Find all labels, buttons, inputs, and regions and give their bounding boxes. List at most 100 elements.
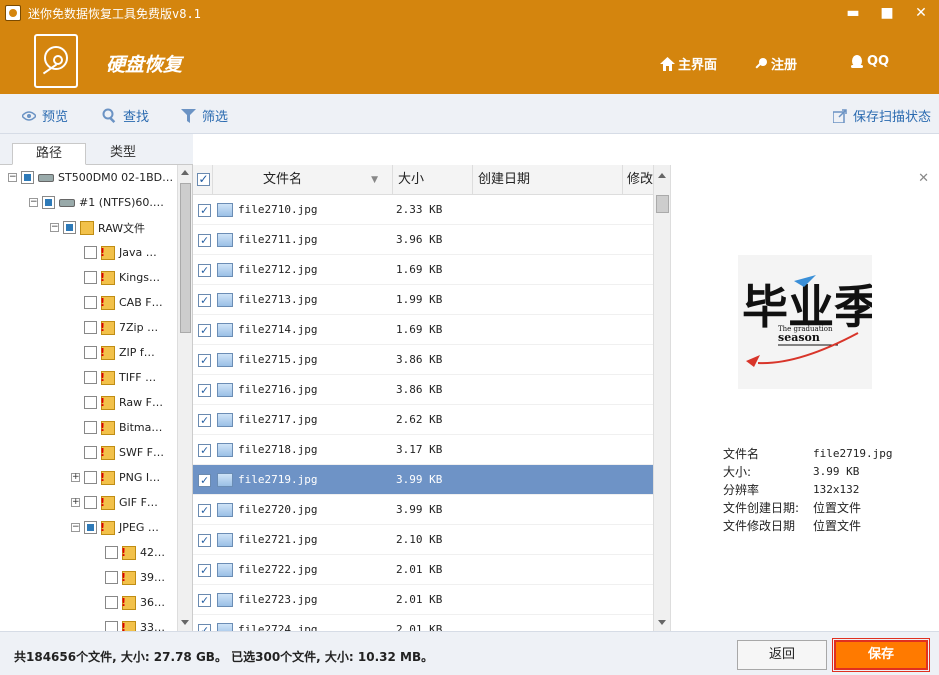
collapse-icon[interactable]: − (29, 198, 38, 207)
tree-checkbox[interactable] (84, 521, 97, 534)
collapse-icon[interactable]: − (8, 173, 17, 182)
tree-scrollbar[interactable] (177, 165, 192, 631)
file-row[interactable]: ✓ file2711.jpg 3.96 KB (193, 225, 653, 255)
tab-path[interactable]: 路径 (12, 143, 86, 165)
column-created[interactable]: 创建日期 (473, 165, 623, 195)
file-row[interactable]: ✓ file2717.jpg 2.62 KB (193, 405, 653, 435)
tree-item[interactable]: − #1 (NTFS)60.… (29, 190, 164, 215)
tree-item[interactable]: CAB F… (71, 290, 163, 315)
tree-checkbox[interactable] (84, 446, 97, 459)
row-checkbox[interactable]: ✓ (198, 564, 211, 577)
row-checkbox[interactable]: ✓ (198, 624, 211, 631)
file-row[interactable]: ✓ file2712.jpg 1.69 KB (193, 255, 653, 285)
tree-checkbox[interactable] (84, 271, 97, 284)
tree-checkbox[interactable] (105, 571, 118, 584)
tree-item[interactable]: Java … (71, 240, 157, 265)
tree-checkbox[interactable] (84, 396, 97, 409)
minimize-button[interactable]: ▬ (842, 4, 864, 22)
close-button[interactable]: ✕ (910, 4, 932, 22)
tree-item[interactable]: SWF F… (71, 440, 164, 465)
row-checkbox[interactable]: ✓ (198, 444, 211, 457)
row-checkbox[interactable]: ✓ (198, 384, 211, 397)
back-button[interactable]: 返回 (737, 640, 827, 670)
save-scan-state-button[interactable]: 保存扫描状态 (833, 106, 931, 125)
search-button[interactable]: 查找 (102, 106, 149, 125)
file-row[interactable]: ✓ file2721.jpg 2.10 KB (193, 525, 653, 555)
tree-item[interactable]: − ST500DM0 02-1BD… (8, 165, 173, 190)
tree-checkbox[interactable] (42, 196, 55, 209)
row-checkbox[interactable]: ✓ (198, 204, 211, 217)
row-checkbox[interactable]: ✓ (198, 414, 211, 427)
file-row[interactable]: ✓ file2718.jpg 3.17 KB (193, 435, 653, 465)
save-button[interactable]: 保存 (832, 638, 930, 672)
row-checkbox[interactable]: ✓ (198, 594, 211, 607)
tree-item[interactable]: − JPEG … (71, 515, 159, 540)
file-row[interactable]: ✓ file2710.jpg 2.33 KB (193, 195, 653, 225)
preview-button[interactable]: 预览 (22, 106, 68, 125)
tree-checkbox[interactable] (105, 621, 118, 631)
file-row[interactable]: ✓ file2716.jpg 3.86 KB (193, 375, 653, 405)
grid-scrollbar[interactable] (653, 165, 670, 631)
file-row[interactable]: ✓ file2715.jpg 3.86 KB (193, 345, 653, 375)
tree-item[interactable]: − RAW文件 (50, 215, 145, 240)
grid-scroll-thumb[interactable] (656, 195, 669, 213)
close-preview-icon[interactable]: ✕ (918, 171, 929, 186)
nav-register[interactable]: 注册 (754, 54, 797, 73)
file-row[interactable]: ✓ file2719.jpg 3.99 KB (193, 465, 653, 495)
row-checkbox[interactable]: ✓ (198, 294, 211, 307)
tree-item[interactable]: TIFF … (71, 365, 156, 390)
image-file-icon (217, 413, 233, 427)
tree-checkbox[interactable] (84, 296, 97, 309)
tree-scroll-thumb[interactable] (180, 183, 191, 333)
tree-checkbox[interactable] (105, 546, 118, 559)
row-checkbox[interactable]: ✓ (198, 504, 211, 517)
select-all-checkbox[interactable]: ✓ (193, 165, 213, 195)
tree-checkbox[interactable] (84, 496, 97, 509)
tree-checkbox[interactable] (105, 596, 118, 609)
tree-checkbox[interactable] (84, 421, 97, 434)
tree-checkbox[interactable] (84, 346, 97, 359)
tree-item[interactable]: Raw F… (71, 390, 163, 415)
tree-item[interactable]: 36… (92, 590, 165, 615)
tree-item[interactable]: Kings… (71, 265, 160, 290)
column-size[interactable]: 大小 (393, 165, 473, 195)
tree-item[interactable]: ZIP f… (71, 340, 155, 365)
file-row[interactable]: ✓ file2724.jpg 2.01 KB (193, 615, 653, 631)
row-checkbox[interactable]: ✓ (198, 474, 211, 487)
filter-button[interactable]: 筛选 (181, 106, 228, 125)
expand-icon[interactable]: + (71, 473, 80, 482)
column-name[interactable]: 文件名 ▼ (213, 165, 393, 195)
tree-checkbox[interactable] (84, 371, 97, 384)
maximize-button[interactable]: ■ (876, 4, 898, 22)
tab-type[interactable]: 类型 (86, 143, 160, 165)
tree-checkbox[interactable] (84, 246, 97, 259)
tree-checkbox[interactable] (84, 321, 97, 334)
tree-item[interactable]: 33… (92, 615, 165, 631)
collapse-icon[interactable]: − (50, 223, 59, 232)
row-checkbox[interactable]: ✓ (198, 354, 211, 367)
row-checkbox[interactable]: ✓ (198, 534, 211, 547)
file-row[interactable]: ✓ file2722.jpg 2.01 KB (193, 555, 653, 585)
row-checkbox[interactable]: ✓ (198, 234, 211, 247)
row-checkbox[interactable]: ✓ (198, 324, 211, 337)
file-row[interactable]: ✓ file2713.jpg 1.99 KB (193, 285, 653, 315)
tree-item[interactable]: 7Zip … (71, 315, 158, 340)
tree-item[interactable]: + GIF F… (71, 490, 158, 515)
expand-icon[interactable]: + (71, 498, 80, 507)
row-checkbox[interactable]: ✓ (198, 264, 211, 277)
nav-qq[interactable]: QQ (850, 54, 889, 69)
tree-item[interactable]: Bitma… (71, 415, 162, 440)
column-modified[interactable]: 修改 (623, 165, 653, 195)
tree-checkbox[interactable] (21, 171, 34, 184)
tree-item[interactable]: + PNG I… (71, 465, 160, 490)
tree-checkbox[interactable] (84, 471, 97, 484)
file-size: 2.01 KB (396, 593, 443, 606)
file-row[interactable]: ✓ file2714.jpg 1.69 KB (193, 315, 653, 345)
nav-home[interactable]: 主界面 (660, 54, 717, 73)
file-row[interactable]: ✓ file2723.jpg 2.01 KB (193, 585, 653, 615)
collapse-icon[interactable]: − (71, 523, 80, 532)
tree-item[interactable]: 39… (92, 565, 165, 590)
file-row[interactable]: ✓ file2720.jpg 3.99 KB (193, 495, 653, 525)
tree-checkbox[interactable] (63, 221, 76, 234)
tree-item[interactable]: 42… (92, 540, 165, 565)
